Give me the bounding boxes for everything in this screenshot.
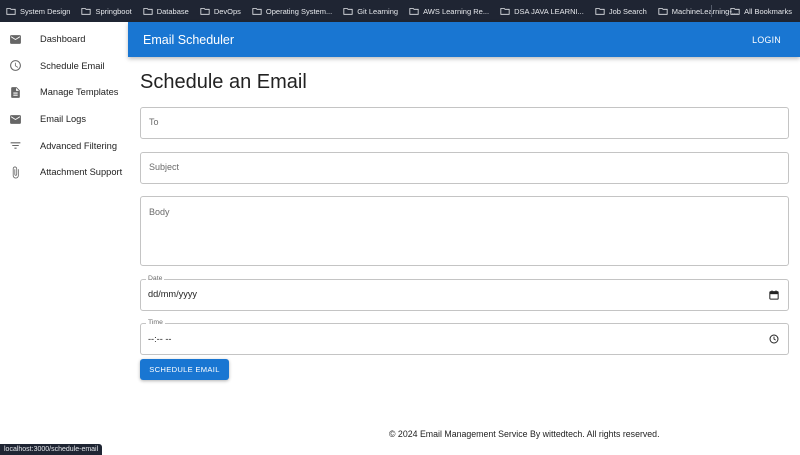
to-placeholder: To	[149, 117, 159, 127]
body-field[interactable]: Body	[140, 196, 789, 266]
paperclip-icon	[9, 166, 22, 179]
bookmark-aws-learning[interactable]: AWS Learning Re...	[409, 6, 489, 16]
body-placeholder: Body	[149, 207, 170, 217]
filter-icon	[9, 139, 22, 152]
date-value: dd/mm/yyyy	[148, 289, 198, 299]
bookmark-label: Job Search	[608, 6, 647, 16]
bookmark-machine-learning[interactable]: MachineLearning-...	[658, 6, 738, 16]
calendar-icon[interactable]	[769, 290, 779, 300]
bookmarks-bar: System Design Springboot Database DevOps…	[0, 0, 800, 22]
sidebar-item-email-logs[interactable]: Email Logs	[0, 106, 128, 133]
app-title: Email Scheduler	[143, 32, 235, 47]
time-value: --:-- --	[148, 334, 172, 344]
folder-icon	[658, 8, 668, 15]
folder-icon	[595, 8, 605, 15]
clock-icon[interactable]	[769, 334, 779, 344]
subject-placeholder: Subject	[149, 162, 180, 172]
bookmark-label: DevOps	[213, 6, 241, 16]
folder-icon	[252, 8, 262, 15]
bookmark-label: System Design	[20, 6, 71, 16]
bookmark-label: Springboot	[95, 6, 132, 16]
date-label: Date	[146, 275, 165, 282]
sidebar-item-advanced-filtering[interactable]: Advanced Filtering	[0, 132, 128, 159]
folder-icon	[730, 8, 740, 15]
bookmark-label: Database	[156, 6, 189, 16]
folder-icon	[343, 8, 353, 15]
document-icon	[9, 86, 22, 99]
sidebar-item-label: Schedule Email	[40, 60, 105, 71]
folder-icon	[200, 8, 210, 15]
folder-icon	[6, 8, 16, 15]
status-bar-url: localhost:3000/schedule-email	[0, 444, 103, 455]
sidebar-item-label: Advanced Filtering	[40, 140, 117, 151]
schedule-email-button[interactable]: SCHEDULE EMAIL	[140, 359, 229, 380]
all-bookmarks-label: All Bookmarks	[744, 6, 792, 16]
bookmark-git-learning[interactable]: Git Learning	[343, 6, 398, 16]
footer-text: © 2024 Email Management Service By witte…	[389, 429, 660, 439]
sidebar-item-label: Manage Templates	[40, 87, 119, 98]
time-label: Time	[146, 319, 165, 326]
folder-icon	[81, 8, 92, 15]
all-bookmarks-button[interactable]: All Bookmarks	[730, 0, 792, 22]
bookmark-job-search[interactable]: Job Search	[595, 6, 647, 16]
login-button[interactable]: LOGIN	[752, 35, 781, 45]
sidebar-item-attachment-support[interactable]: Attachment Support	[0, 159, 128, 186]
bookmark-database[interactable]: Database	[143, 6, 189, 16]
sidebar-item-schedule-email[interactable]: Schedule Email	[0, 53, 128, 80]
bookmarks-divider	[711, 5, 712, 17]
bookmark-label: AWS Learning Re...	[423, 6, 490, 16]
sidebar-item-label: Dashboard	[40, 34, 86, 45]
folder-icon	[500, 8, 510, 15]
to-field[interactable]: To	[140, 107, 789, 139]
bookmark-operating-system[interactable]: Operating System...	[252, 6, 332, 16]
time-field[interactable]: Time --:-- --	[140, 319, 789, 355]
subject-field[interactable]: Subject	[140, 152, 789, 184]
date-field[interactable]: Date dd/mm/yyyy	[140, 275, 789, 311]
clock-icon	[9, 59, 22, 72]
bookmark-springboot[interactable]: Springboot	[81, 6, 132, 16]
app-bar: Email Scheduler LOGIN	[128, 22, 800, 57]
sidebar-item-label: Attachment Support	[40, 167, 123, 178]
page-title: Schedule an Email	[140, 71, 307, 93]
sidebar-item-label: Email Logs	[40, 114, 86, 125]
mail-icon	[9, 113, 22, 126]
sidebar-item-dashboard[interactable]: Dashboard	[0, 26, 128, 53]
bookmark-label: DSA JAVA LEARNI...	[514, 6, 584, 16]
bookmark-devops[interactable]: DevOps	[200, 6, 241, 16]
bookmark-system-design[interactable]: System Design	[6, 6, 70, 16]
bookmark-dsa-java[interactable]: DSA JAVA LEARNI...	[500, 6, 584, 16]
folder-icon	[409, 8, 419, 15]
mail-icon	[9, 33, 22, 46]
sidebar-item-manage-templates[interactable]: Manage Templates	[0, 79, 128, 106]
folder-icon	[143, 8, 153, 15]
bookmark-label: Operating System...	[265, 6, 333, 16]
bookmark-label: Git Learning	[357, 6, 399, 16]
main-content: Schedule an Email To Subject Body Date d…	[140, 57, 789, 380]
sidebar: Dashboard Schedule Email Manage Template…	[0, 22, 128, 455]
bookmark-label: MachineLearning-...	[671, 6, 739, 16]
